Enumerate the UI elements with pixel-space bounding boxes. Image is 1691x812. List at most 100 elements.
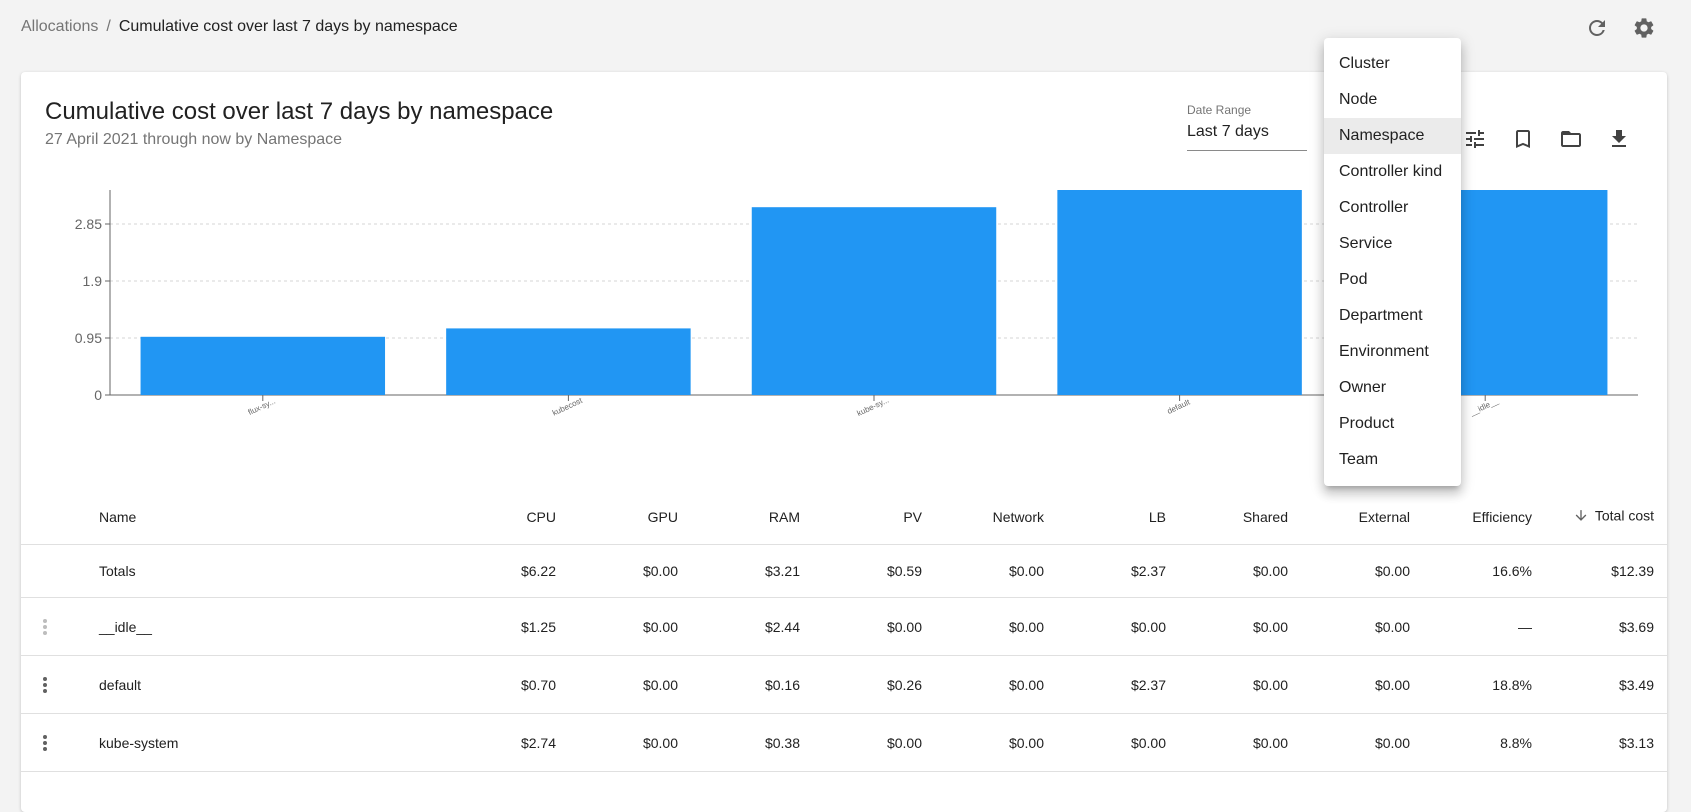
- row-cell: $0.00: [1252, 676, 1288, 693]
- allocation-table: Name CPU GPU RAM PV Network LB Shared External Ef…: [21, 490, 1667, 772]
- bookmark-icon[interactable]: [1508, 124, 1538, 154]
- column-header-ram[interactable]: RAM: [690, 509, 800, 525]
- date-range-select[interactable]: Last 7 days: [1187, 123, 1307, 151]
- row-cell: $1.25: [520, 618, 556, 635]
- folder-icon[interactable]: [1556, 124, 1586, 154]
- menu-item-pod[interactable]: Pod: [1324, 262, 1461, 298]
- report-subtitle: 27 April 2021 through now by Namespace: [45, 131, 343, 148]
- menu-item-controller[interactable]: Controller: [1324, 190, 1461, 226]
- menu-item-service[interactable]: Service: [1324, 226, 1461, 262]
- totals-cell: $0.59: [886, 563, 922, 579]
- column-header-shared[interactable]: Shared: [1178, 509, 1288, 525]
- column-header-pv[interactable]: PV: [812, 509, 922, 525]
- totals-cell: $6.22: [520, 563, 556, 579]
- row-cell: —: [1518, 618, 1532, 635]
- report-title: Cumulative cost over last 7 days by name…: [45, 98, 554, 125]
- row-cell: $0.00: [1130, 734, 1166, 751]
- row-name: kube-system: [99, 734, 179, 751]
- bar: [1057, 190, 1302, 395]
- tune-icon[interactable]: [1460, 124, 1490, 154]
- y-tick-label: 0: [94, 387, 102, 403]
- column-header-gpu[interactable]: GPU: [568, 509, 678, 525]
- table-row[interactable]: __idle__ $1.25 $0.00 $2.44 $0.00 $0.00 $0.00 $0…: [21, 598, 1667, 656]
- row-cell: $0.26: [886, 676, 922, 693]
- x-tick-label: kubecost: [551, 396, 585, 418]
- totals-label: Totals: [99, 563, 136, 579]
- row-cell: $0.00: [1252, 618, 1288, 635]
- column-header-external[interactable]: External: [1300, 509, 1410, 525]
- row-cell: $2.74: [520, 734, 556, 751]
- totals-cell: $3.21: [764, 563, 800, 579]
- row-cell: $0.00: [642, 676, 678, 693]
- row-cell: $0.00: [1252, 734, 1288, 751]
- y-tick-label: 1.9: [83, 273, 103, 289]
- bar: [446, 328, 691, 395]
- table-row[interactable]: kube-system $2.74 $0.00 $0.38 $0.00 $0.00 $0.0…: [21, 714, 1667, 772]
- table-row[interactable]: default $0.70 $0.00 $0.16 $0.26 $0.00 $2.37 $0.…: [21, 656, 1667, 714]
- row-cell: $0.38: [764, 734, 800, 751]
- refresh-icon[interactable]: [1584, 15, 1610, 41]
- row-cell: 18.8%: [1492, 676, 1532, 693]
- column-header-name[interactable]: Name: [99, 509, 136, 525]
- totals-cell: $0.00: [1374, 563, 1410, 579]
- menu-item-product[interactable]: Product: [1324, 406, 1461, 442]
- y-tick-label: 0.95: [75, 330, 102, 346]
- table-header-row: Name CPU GPU RAM PV Network LB Shared External Ef…: [21, 490, 1667, 545]
- row-more-icon[interactable]: [39, 617, 51, 637]
- row-cell: $3.13: [1618, 734, 1654, 751]
- row-cell: $0.70: [520, 676, 556, 693]
- row-cell: $0.00: [886, 734, 922, 751]
- row-name: default: [99, 676, 142, 693]
- bar: [140, 336, 386, 395]
- menu-item-node[interactable]: Node: [1324, 82, 1461, 118]
- row-cell: $2.37: [1130, 676, 1166, 693]
- totals-cell: $0.00: [642, 563, 678, 579]
- bar: [751, 207, 997, 395]
- totals-cell: $12.39: [1611, 563, 1654, 579]
- breadcrumb-current: Cumulative cost over last 7 days by name…: [118, 18, 458, 35]
- menu-item-cluster[interactable]: Cluster: [1324, 46, 1461, 82]
- settings-icon[interactable]: [1631, 15, 1657, 41]
- row-cell: $0.00: [1374, 734, 1410, 751]
- row-cell: $0.00: [1374, 676, 1410, 693]
- menu-item-namespace[interactable]: Namespace: [1324, 118, 1461, 154]
- row-cell: $0.00: [1130, 618, 1166, 635]
- column-header-label: Total cost: [1594, 507, 1654, 524]
- breadcrumb-separator: /: [106, 18, 111, 35]
- y-tick-label: 2.85: [75, 216, 102, 232]
- breadcrumb-allocations-link[interactable]: Allocations: [21, 18, 98, 35]
- row-cell: $2.44: [764, 618, 800, 635]
- row-cell: $0.00: [1008, 618, 1044, 635]
- totals-cell: $2.37: [1130, 563, 1166, 579]
- table-totals-row: Totals $6.22 $0.00 $3.21 $0.59 $0.00 $2.37 $0.0…: [21, 545, 1667, 598]
- row-cell: $3.69: [1618, 618, 1654, 635]
- menu-item-owner[interactable]: Owner: [1324, 370, 1461, 406]
- row-name: __idle__: [99, 618, 152, 635]
- row-more-icon[interactable]: [39, 733, 51, 753]
- row-cell: $0.00: [642, 618, 678, 635]
- sort-arrow-down-icon: [1573, 508, 1589, 527]
- row-cell: $0.00: [642, 734, 678, 751]
- menu-item-environment[interactable]: Environment: [1324, 334, 1461, 370]
- row-cell: $3.49: [1618, 676, 1654, 693]
- row-more-icon[interactable]: [39, 675, 51, 695]
- breadcrumb: Allocations / Cumulative cost over last 7 …: [21, 18, 458, 36]
- totals-cell: $0.00: [1252, 563, 1288, 579]
- row-cell: $0.00: [886, 618, 922, 635]
- menu-item-team[interactable]: Team: [1324, 442, 1461, 478]
- menu-item-controller-kind[interactable]: Controller kind: [1324, 154, 1461, 190]
- table-body: __idle__ $1.25 $0.00 $2.44 $0.00 $0.00 $0.00 $0…: [21, 598, 1667, 772]
- column-header-lb[interactable]: LB: [1056, 509, 1166, 525]
- column-header-cpu[interactable]: CPU: [446, 509, 556, 525]
- x-tick-label: kube-sy...: [856, 395, 891, 418]
- x-tick-label: flux-sy...: [247, 396, 277, 416]
- column-header-network[interactable]: Network: [934, 509, 1044, 525]
- download-icon[interactable]: [1604, 124, 1634, 154]
- row-cell: $0.00: [1374, 618, 1410, 635]
- column-header-total-cost[interactable]: Total cost: [1534, 508, 1654, 527]
- menu-item-department[interactable]: Department: [1324, 298, 1461, 334]
- row-cell: $0.00: [1008, 676, 1044, 693]
- column-header-efficiency[interactable]: Efficiency: [1422, 509, 1532, 525]
- row-cell: 8.8%: [1500, 734, 1532, 751]
- date-range-label: Date Range: [1187, 103, 1252, 117]
